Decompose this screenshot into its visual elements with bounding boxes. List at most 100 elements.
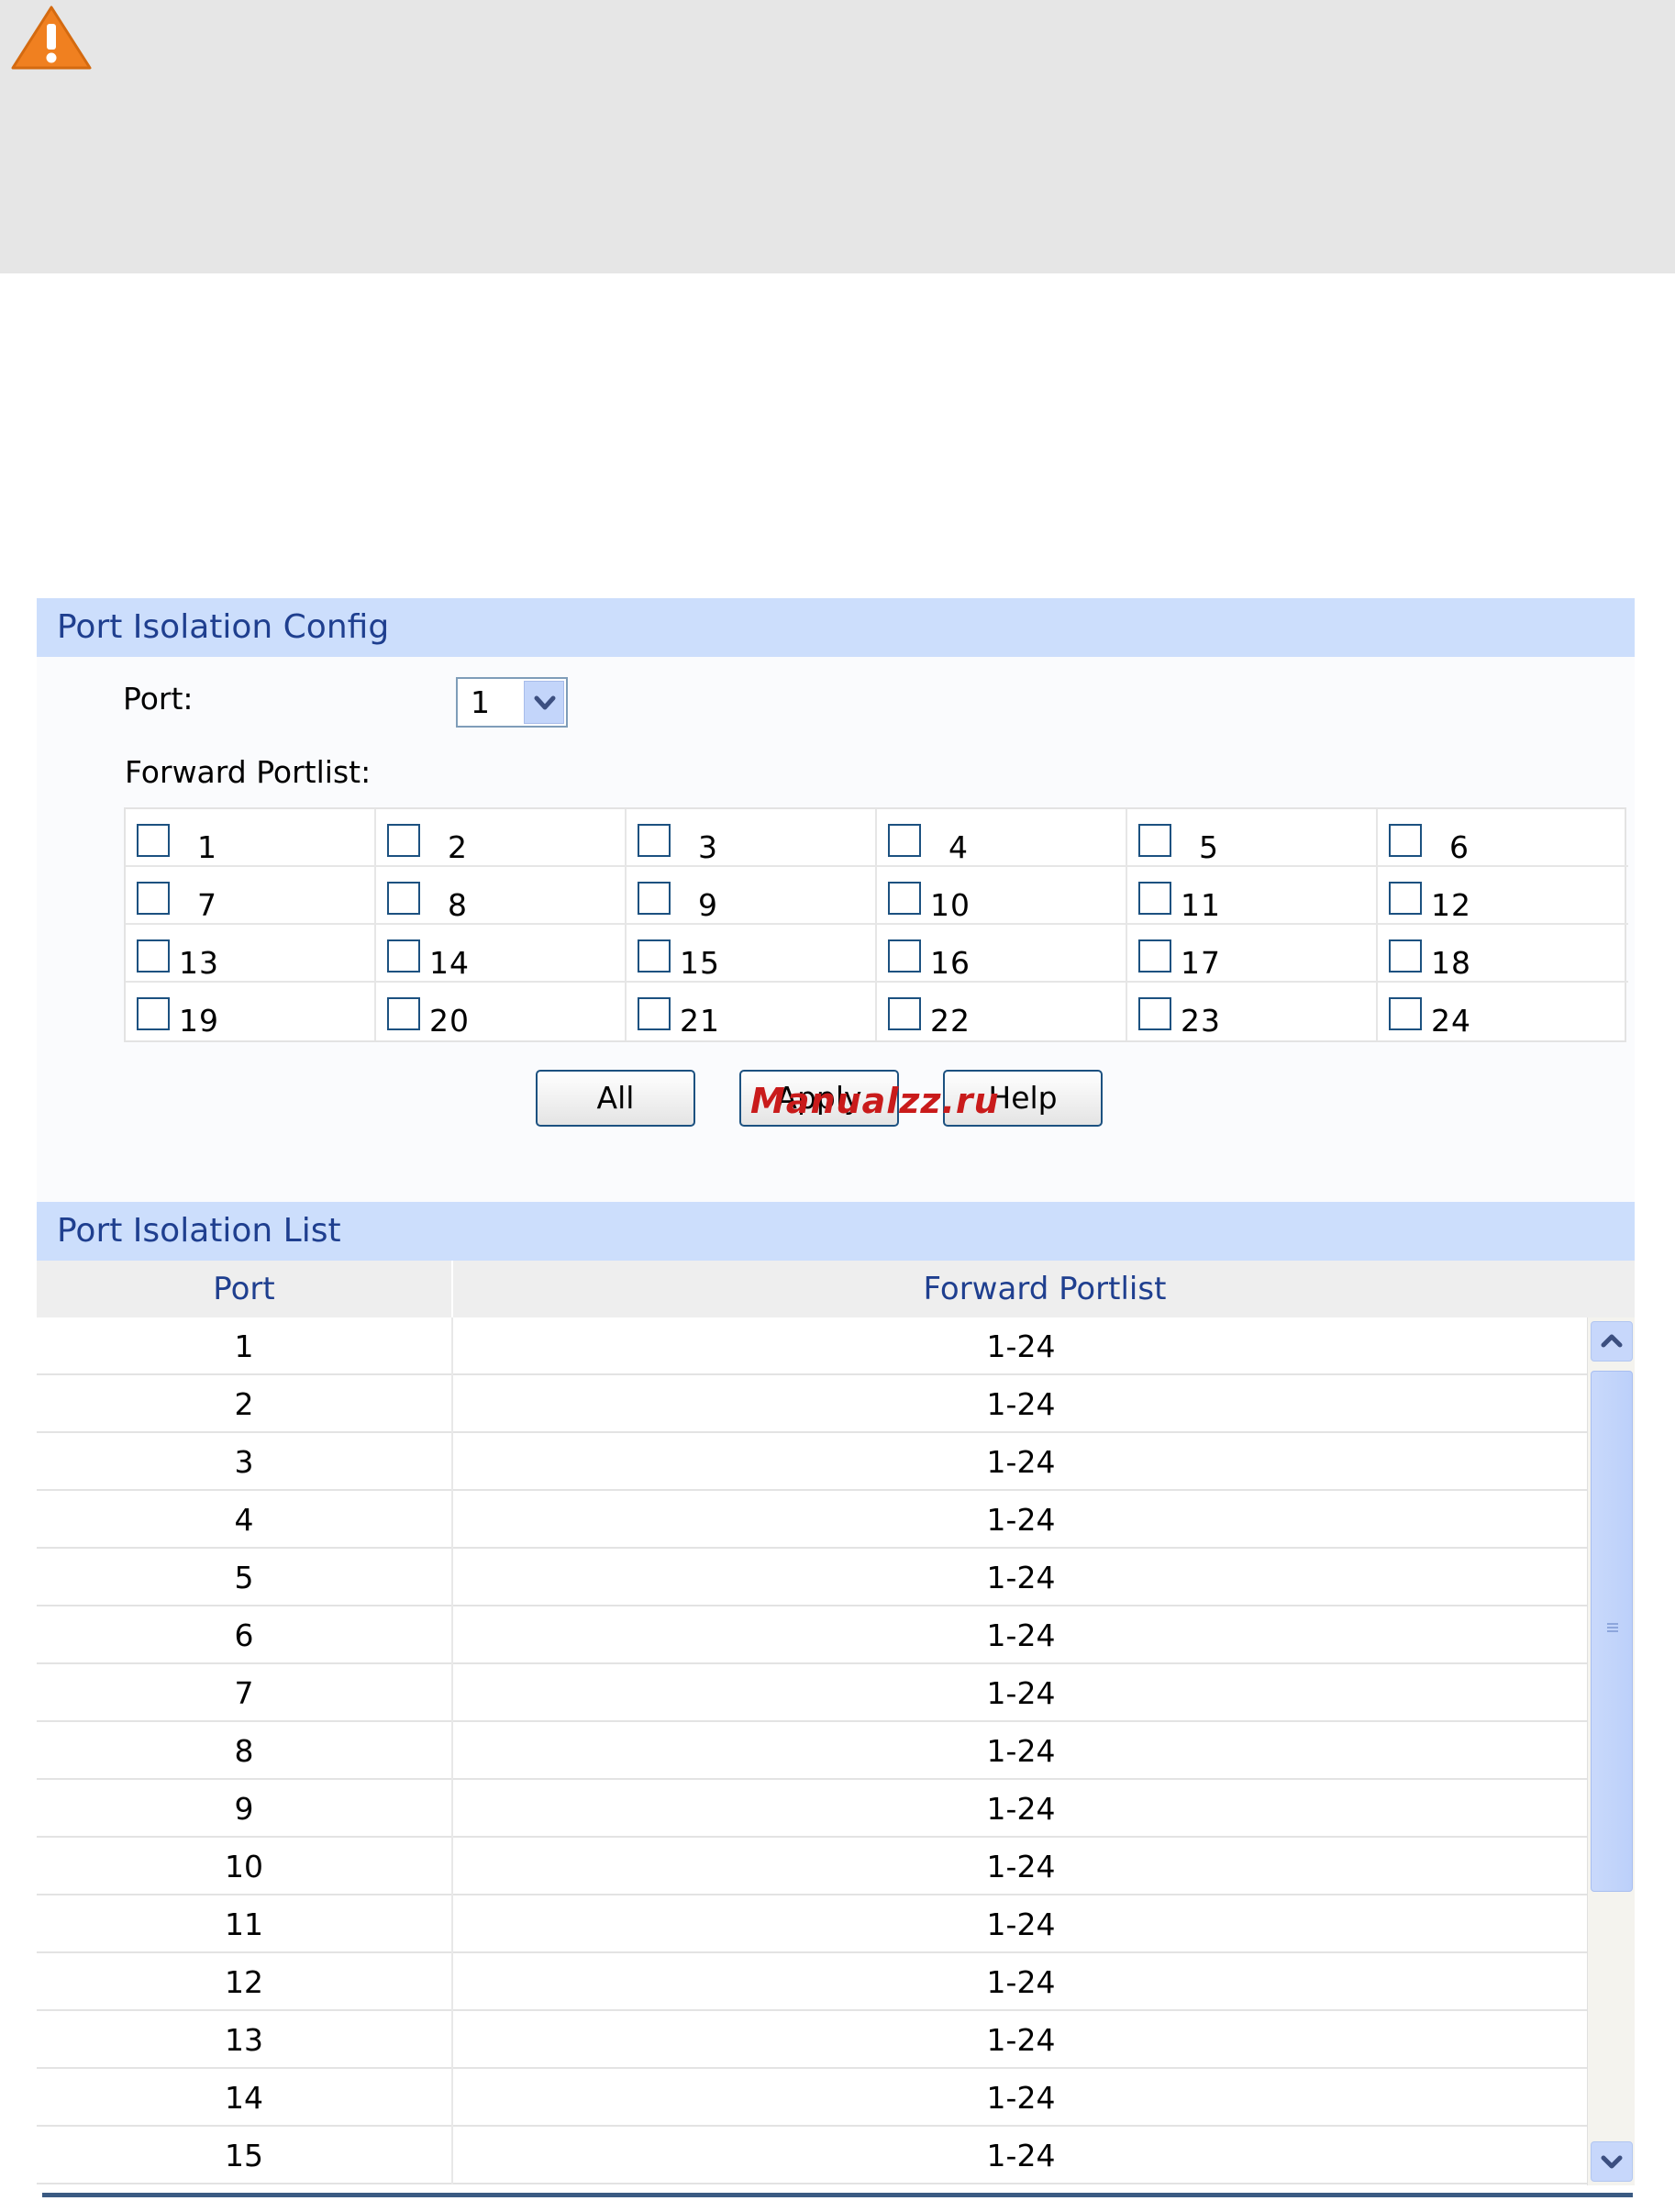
port-checkbox-cell: 18 bbox=[1378, 925, 1628, 983]
port-checkbox[interactable] bbox=[1138, 997, 1171, 1030]
table-row: 7 1-24 bbox=[37, 1664, 1587, 1722]
port-checkbox-label: 17 bbox=[1181, 945, 1221, 981]
column-header-port: Port bbox=[37, 1261, 453, 1317]
bottom-divider bbox=[42, 2193, 1633, 2197]
forward-portlist-cell: 1-24 bbox=[986, 1675, 1056, 1711]
port-checkbox[interactable] bbox=[137, 939, 170, 973]
port-checkbox[interactable] bbox=[888, 997, 921, 1030]
table-row: 13 1-24 bbox=[37, 2011, 1587, 2069]
table-row: 8 1-24 bbox=[37, 1722, 1587, 1780]
forward-portlist-grid: 1 2 3 4 5 6 7 8 9 10 11 12 13 14 15 16 17 18 19 20 21 22 23 24 bbox=[124, 807, 1628, 1042]
forward-portlist-cell: 1-24 bbox=[986, 1791, 1056, 1827]
vertical-scrollbar[interactable] bbox=[1587, 1317, 1635, 2185]
port-checkbox-cell: 22 bbox=[877, 983, 1127, 1040]
forward-portlist-label: Forward Portlist: bbox=[125, 754, 372, 790]
port-checkbox-cell: 6 bbox=[1378, 809, 1628, 867]
chevron-down-icon bbox=[1601, 2155, 1623, 2169]
port-checkbox[interactable] bbox=[888, 824, 921, 857]
table-row: 11 1-24 bbox=[37, 1895, 1587, 1953]
grip-icon bbox=[1607, 1623, 1618, 1632]
port-checkbox-label: 20 bbox=[429, 1003, 470, 1039]
table-row: 5 1-24 bbox=[37, 1549, 1587, 1606]
port-checkbox[interactable] bbox=[638, 882, 671, 915]
port-checkbox-cell: 10 bbox=[877, 867, 1127, 925]
port-checkbox-cell: 7 bbox=[126, 867, 376, 925]
port-checkbox-cell: 24 bbox=[1378, 983, 1628, 1040]
port-checkbox-label: 14 bbox=[429, 945, 470, 981]
port-checkbox[interactable] bbox=[387, 939, 420, 973]
port-checkbox-label: 3 bbox=[698, 829, 718, 865]
all-button[interactable]: All bbox=[536, 1070, 695, 1127]
port-cell: 2 bbox=[37, 1375, 453, 1433]
port-checkbox-label: 23 bbox=[1181, 1003, 1221, 1039]
port-checkbox[interactable] bbox=[137, 997, 170, 1030]
port-checkbox[interactable] bbox=[1138, 824, 1171, 857]
port-checkbox[interactable] bbox=[1389, 824, 1422, 857]
scrollbar-thumb[interactable] bbox=[1591, 1371, 1633, 1892]
port-checkbox-cell: 13 bbox=[126, 925, 376, 983]
port-cell: 4 bbox=[37, 1491, 453, 1549]
port-checkbox[interactable] bbox=[1138, 939, 1171, 973]
table-row: 15 1-24 bbox=[37, 2127, 1587, 2184]
port-cell: 8 bbox=[37, 1722, 453, 1780]
port-checkbox[interactable] bbox=[888, 939, 921, 973]
port-checkbox-cell: 20 bbox=[376, 983, 627, 1040]
port-checkbox-label: 18 bbox=[1431, 945, 1471, 981]
forward-portlist-cell: 1-24 bbox=[986, 1444, 1056, 1480]
forward-portlist-cell: 1-24 bbox=[986, 1328, 1056, 1364]
port-checkbox[interactable] bbox=[387, 997, 420, 1030]
warning-icon bbox=[11, 6, 92, 70]
port-cell: 7 bbox=[37, 1664, 453, 1722]
port-checkbox[interactable] bbox=[638, 824, 671, 857]
port-label: Port: bbox=[123, 681, 194, 717]
port-checkbox-cell: 5 bbox=[1127, 809, 1378, 867]
forward-portlist-cell: 1-24 bbox=[986, 1964, 1056, 2000]
port-cell: 10 bbox=[37, 1838, 453, 1895]
port-checkbox[interactable] bbox=[1389, 997, 1422, 1030]
table-header: Port Forward Portlist bbox=[37, 1261, 1635, 1317]
port-checkbox-label: 7 bbox=[197, 887, 217, 923]
port-checkbox[interactable] bbox=[387, 882, 420, 915]
port-checkbox-label: 11 bbox=[1181, 887, 1221, 923]
port-checkbox-label: 6 bbox=[1449, 829, 1470, 865]
chevron-up-icon bbox=[1601, 1334, 1623, 1348]
watermark: Manualzz.ru bbox=[750, 1081, 1000, 1121]
warning-note bbox=[0, 0, 1675, 273]
port-checkbox-cell: 15 bbox=[627, 925, 877, 983]
table-row: 4 1-24 bbox=[37, 1491, 1587, 1549]
column-header-forward-portlist: Forward Portlist bbox=[923, 1271, 1167, 1307]
chevron-down-icon[interactable] bbox=[524, 681, 564, 724]
forward-portlist-cell: 1-24 bbox=[986, 1386, 1056, 1422]
port-isolation-list-header: Port Isolation List bbox=[37, 1202, 1635, 1261]
table-row: 2 1-24 bbox=[37, 1375, 1587, 1433]
port-checkbox-cell: 17 bbox=[1127, 925, 1378, 983]
port-checkbox[interactable] bbox=[638, 939, 671, 973]
port-checkbox[interactable] bbox=[1138, 882, 1171, 915]
port-checkbox[interactable] bbox=[137, 882, 170, 915]
port-checkbox-label: 10 bbox=[930, 887, 971, 923]
scroll-down-button[interactable] bbox=[1591, 2141, 1633, 2182]
port-cell: 5 bbox=[37, 1549, 453, 1606]
port-cell: 12 bbox=[37, 1953, 453, 2011]
port-checkbox-cell: 3 bbox=[627, 809, 877, 867]
forward-portlist-cell: 1-24 bbox=[986, 1502, 1056, 1538]
port-checkbox-label: 8 bbox=[448, 887, 468, 923]
port-checkbox-cell: 2 bbox=[376, 809, 627, 867]
port-checkbox-cell: 11 bbox=[1127, 867, 1378, 925]
port-isolation-table: 1 1-24 2 1-24 3 1-24 4 1-24 5 1-24 6 1-24 7 1-24 8 1-24… bbox=[37, 1317, 1587, 2185]
scroll-up-button[interactable] bbox=[1591, 1321, 1633, 1362]
port-checkbox-label: 2 bbox=[448, 829, 468, 865]
port-checkbox-label: 24 bbox=[1431, 1003, 1471, 1039]
port-checkbox[interactable] bbox=[137, 824, 170, 857]
port-checkbox-label: 13 bbox=[179, 945, 219, 981]
port-checkbox[interactable] bbox=[387, 824, 420, 857]
port-checkbox[interactable] bbox=[888, 882, 921, 915]
port-select[interactable]: 1 bbox=[456, 677, 568, 728]
port-cell: 11 bbox=[37, 1895, 453, 1953]
port-checkbox-label: 15 bbox=[680, 945, 720, 981]
table-row: 9 1-24 bbox=[37, 1780, 1587, 1838]
port-checkbox[interactable] bbox=[638, 997, 671, 1030]
port-checkbox[interactable] bbox=[1389, 939, 1422, 973]
forward-portlist-cell: 1-24 bbox=[986, 1560, 1056, 1595]
port-checkbox[interactable] bbox=[1389, 882, 1422, 915]
